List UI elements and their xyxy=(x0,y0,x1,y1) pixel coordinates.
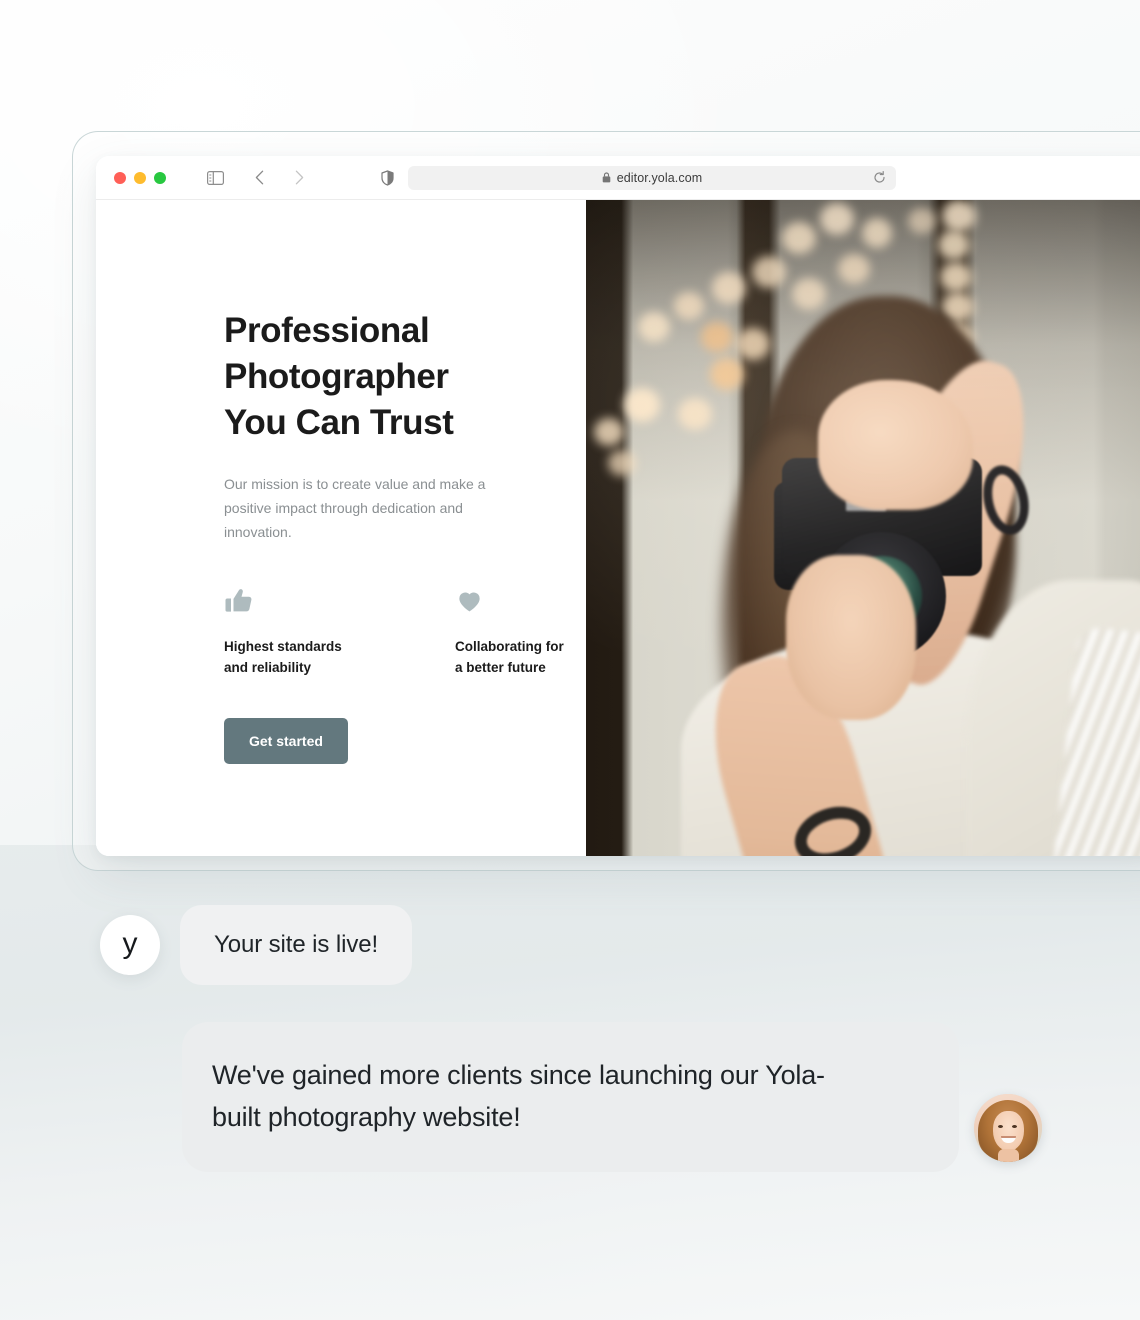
avatar xyxy=(974,1094,1042,1162)
feature-item: Collaborating for a better future xyxy=(455,586,586,678)
maximize-window-button[interactable] xyxy=(154,171,166,184)
chevron-right-icon[interactable] xyxy=(286,165,312,191)
sidebar-toggle-icon[interactable] xyxy=(202,165,228,191)
avatar-eye-left xyxy=(998,1125,1003,1128)
hero-subtitle: Our mission is to create value and make … xyxy=(224,476,486,540)
reload-icon[interactable] xyxy=(872,171,886,185)
avatar-face xyxy=(993,1111,1024,1151)
feature-label: Highest standards and reliability xyxy=(224,639,342,675)
yola-logo: y xyxy=(100,915,160,975)
hero-text-column: Professional Photographer You Can Trust … xyxy=(96,200,586,856)
chat-bubble-site-live: Your site is live! xyxy=(180,905,413,985)
chevron-left-icon[interactable] xyxy=(246,165,272,191)
avatar-neck xyxy=(998,1149,1019,1162)
browser-window: editor.yola.com Professional Photographe… xyxy=(96,156,1140,856)
feature-label: Collaborating for a better future xyxy=(455,639,564,675)
traffic-light-buttons[interactable] xyxy=(114,171,166,184)
url-display: editor.yola.com xyxy=(602,171,703,185)
close-window-button[interactable] xyxy=(114,171,126,184)
toolbar-nav-icons xyxy=(202,165,312,191)
address-bar-area: editor.yola.com xyxy=(376,165,896,190)
hero-photo xyxy=(586,200,1140,856)
feature-list: Highest standards and reliability Collab… xyxy=(224,586,586,678)
chat-bubble-testimonial: We've gained more clients since launchin… xyxy=(182,1022,959,1172)
avatar-eye-right xyxy=(1012,1125,1017,1128)
url-text: editor.yola.com xyxy=(616,170,703,185)
lock-icon xyxy=(602,172,611,183)
page-title: Professional Photographer You Can Trust xyxy=(224,311,454,442)
address-bar[interactable]: editor.yola.com xyxy=(408,165,896,190)
photo-overlay xyxy=(586,200,1140,856)
heart-icon xyxy=(455,586,586,616)
get-started-button[interactable]: Get started xyxy=(224,718,348,764)
yola-logo-glyph: y xyxy=(122,927,138,960)
thumbs-up-icon xyxy=(224,586,355,616)
chat-row-brand: y Your site is live! xyxy=(100,905,413,985)
chat-section: y Your site is live! We've gained more c… xyxy=(0,895,1140,1215)
shield-icon[interactable] xyxy=(376,169,398,186)
browser-toolbar: editor.yola.com xyxy=(96,156,1140,200)
minimize-window-button[interactable] xyxy=(134,171,146,184)
feature-item: Highest standards and reliability xyxy=(224,586,355,678)
website-preview: Professional Photographer You Can Trust … xyxy=(96,200,1140,856)
